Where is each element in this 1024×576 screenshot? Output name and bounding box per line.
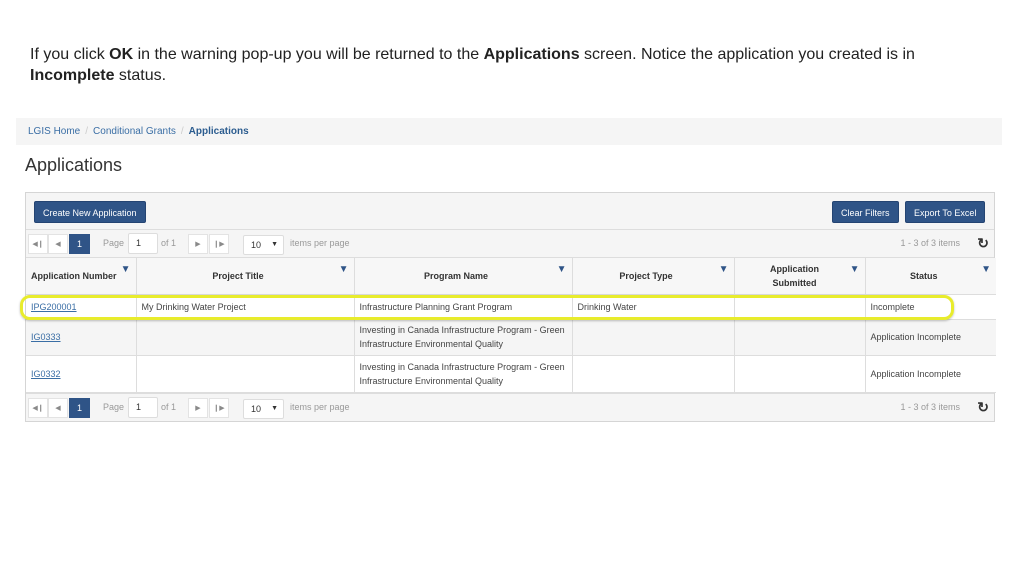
- cell-project-title: My Drinking Water Project: [136, 294, 355, 320]
- page-of-label: of 1: [161, 401, 177, 412]
- instruction-bold-ok: OK: [109, 46, 134, 63]
- column-label: Project Title: [212, 270, 264, 281]
- applications-table: Application Number ▼ Project Title ▼ Progr…: [26, 258, 996, 393]
- column-label: Program Name: [423, 270, 489, 281]
- cell-application-submitted: [734, 319, 866, 356]
- column-label: Project Type: [619, 270, 673, 281]
- column-header-application-submitted[interactable]: Application Submitted ▼: [734, 258, 866, 295]
- first-page-icon[interactable]: ◀❙: [28, 397, 48, 418]
- page-label: Page: [103, 238, 125, 248]
- chevron-down-icon: ▼: [271, 404, 278, 412]
- column-header-program-name[interactable]: Program Name ▼: [354, 258, 573, 295]
- filter-icon[interactable]: ▼: [339, 263, 349, 277]
- page-number-input[interactable]: 1: [128, 396, 158, 418]
- column-label: Application Submitted: [770, 263, 819, 288]
- instruction-part: If you click: [30, 46, 110, 63]
- cell-project-type: [572, 355, 735, 393]
- column-header-status[interactable]: Status ▼: [865, 258, 996, 295]
- table-header-row: Application Number ▼ Project Title ▼ Progr…: [26, 258, 996, 295]
- breadcrumb-conditional-grants[interactable]: Conditional Grants: [93, 126, 176, 137]
- filter-icon[interactable]: ▼: [719, 263, 729, 277]
- next-page-icon[interactable]: ▶: [188, 234, 208, 254]
- cell-project-title: [136, 355, 355, 393]
- column-label: Application Number: [30, 270, 117, 281]
- cell-project-type: [572, 319, 735, 356]
- instruction-part: in the warning pop-up you will be return…: [133, 46, 484, 63]
- cell-application-number: IG0333: [26, 319, 137, 356]
- application-number-link[interactable]: IG0333: [31, 332, 61, 342]
- page-number-input[interactable]: 1: [128, 233, 158, 254]
- instruction-part: status.: [114, 67, 167, 84]
- column-header-application-number[interactable]: Application Number ▼: [26, 258, 137, 295]
- filter-icon[interactable]: ▼: [850, 263, 860, 277]
- last-page-icon[interactable]: ❙▶: [209, 397, 229, 418]
- table-row[interactable]: IPG200001 My Drinking Water Project Infr…: [26, 294, 996, 320]
- current-page-button[interactable]: 1: [69, 234, 90, 254]
- refresh-icon[interactable]: ↻: [977, 235, 989, 252]
- instruction-bold-incomplete: Incomplete: [30, 67, 115, 84]
- cell-application-number: IPG200001: [26, 294, 137, 320]
- cell-application-submitted: [734, 294, 866, 320]
- page-size-value: 10: [251, 240, 262, 250]
- cell-program-name: Investing in Canada Infrastructure Progr…: [354, 319, 573, 356]
- next-page-icon[interactable]: ▶: [188, 397, 208, 418]
- cell-program-name: Infrastructure Planning Grant Program: [354, 294, 573, 320]
- current-page-button[interactable]: 1: [69, 397, 90, 418]
- cell-project-title: [136, 319, 355, 356]
- filter-icon[interactable]: ▼: [557, 263, 567, 277]
- page-size-select[interactable]: 10 ▼: [243, 398, 284, 419]
- cell-program-name: Investing in Canada Infrastructure Progr…: [354, 355, 573, 393]
- cell-status: Application Incomplete: [865, 355, 996, 393]
- items-per-page-label: items per page: [290, 238, 350, 248]
- pager-bottom: ◀❙ ◀ 1 Page 1 of 1 ▶ ❙▶ 10 ▼ items per p…: [26, 392, 994, 421]
- page-of-label: of 1: [161, 238, 177, 248]
- column-header-project-title[interactable]: Project Title ▼: [136, 258, 355, 295]
- table-row[interactable]: IG0333 Investing in Canada Infrastructur…: [26, 319, 996, 356]
- first-page-icon[interactable]: ◀❙: [28, 234, 48, 254]
- last-page-icon[interactable]: ❙▶: [209, 234, 229, 254]
- refresh-icon[interactable]: ↻: [977, 399, 989, 416]
- instruction-text: If you click OK in the warning pop-up yo…: [30, 44, 1000, 86]
- application-number-link[interactable]: IG0332: [31, 369, 61, 379]
- instruction-part: screen. Notice the application you creat…: [579, 46, 915, 63]
- breadcrumb-applications: Applications: [188, 126, 249, 137]
- pager-top: ◀❙ ◀ 1 Page 1 of 1 ▶ ❙▶ 10 ▼ items per p…: [26, 230, 994, 258]
- breadcrumb-lgis-home[interactable]: LGIS Home: [28, 126, 80, 137]
- column-header-project-type[interactable]: Project Type ▼: [572, 258, 735, 295]
- table-row[interactable]: IG0332 Investing in Canada Infrastructur…: [26, 355, 996, 393]
- application-number-link[interactable]: IPG200001: [31, 302, 77, 312]
- page-size-select[interactable]: 10 ▼: [243, 235, 284, 255]
- pager-info: 1 - 3 of 3 items: [900, 401, 960, 412]
- chevron-down-icon: ▼: [271, 241, 278, 248]
- breadcrumb-separator: /: [180, 126, 184, 137]
- cell-status: Application Incomplete: [865, 319, 996, 356]
- prev-page-icon[interactable]: ◀: [48, 397, 68, 418]
- cell-application-submitted: [734, 355, 866, 393]
- column-label: Status: [909, 270, 938, 281]
- cell-application-number: IG0332: [26, 355, 137, 393]
- breadcrumb-separator: /: [85, 126, 89, 137]
- filter-icon[interactable]: ▼: [981, 263, 991, 277]
- cell-status: Incomplete: [865, 294, 996, 320]
- page-label: Page: [103, 401, 125, 412]
- prev-page-icon[interactable]: ◀: [48, 234, 68, 254]
- clear-filters-button[interactable]: Clear Filters: [832, 201, 899, 223]
- create-new-application-button[interactable]: Create New Application: [34, 201, 146, 223]
- page-size-value: 10: [251, 403, 262, 414]
- grid-toolbar: Create New Application Clear Filters Exp…: [26, 193, 994, 230]
- cell-project-type: Drinking Water: [572, 294, 735, 320]
- items-per-page-label: items per page: [290, 401, 350, 412]
- pager-info: 1 - 3 of 3 items: [900, 238, 960, 248]
- page-title: Applications: [25, 155, 123, 175]
- breadcrumb: LGIS Home / Conditional Grants / Applica…: [16, 118, 1002, 145]
- export-to-excel-button[interactable]: Export To Excel: [905, 201, 986, 223]
- applications-grid: Create New Application Clear Filters Exp…: [25, 192, 996, 422]
- filter-icon[interactable]: ▼: [121, 263, 131, 277]
- instruction-bold-applications: Applications: [483, 46, 580, 63]
